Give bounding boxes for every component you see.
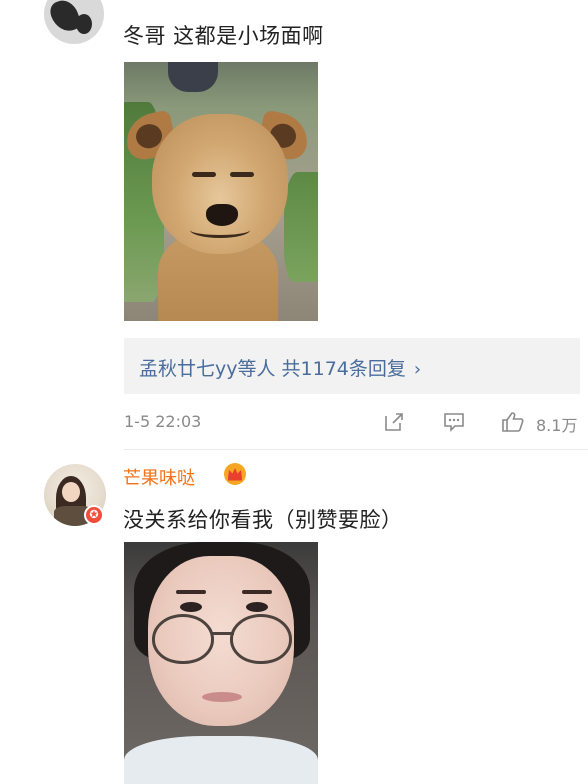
comment-divider <box>124 449 588 450</box>
comment-text: 冬哥 这都是小场面啊 <box>123 24 324 48</box>
dog-head <box>152 114 288 254</box>
crown-icon <box>224 463 246 485</box>
dog-eye <box>192 172 216 177</box>
verified-badge-icon: ✪ <box>84 505 104 525</box>
replies-link[interactable]: 孟秋廿七yy等人 共1174条回复 › <box>139 354 421 381</box>
avatar-face <box>62 482 80 502</box>
comment-text: 没关系给你看我（别赞要脸） <box>123 508 403 532</box>
selfie-eye <box>246 602 268 612</box>
selfie-eyebrow <box>176 590 206 594</box>
reply-names[interactable]: 孟秋廿七yy <box>139 358 238 380</box>
glasses-lens <box>152 614 214 664</box>
username[interactable]: 芒果味哒 <box>123 464 195 490</box>
glasses-lens <box>230 614 292 664</box>
chevron-right-icon: › <box>413 359 422 380</box>
comment-meta-row: 1-5 22:03 8.1万 <box>124 410 580 435</box>
photo-background-person <box>168 62 218 92</box>
comment-icon[interactable] <box>442 410 466 434</box>
like-count: 8.1万 <box>536 416 578 435</box>
selfie-eye <box>180 602 202 612</box>
glasses-bridge <box>212 632 234 635</box>
share-icon[interactable] <box>382 410 406 434</box>
replies-summary[interactable]: 孟秋廿七yy等人 共1174条回复 › <box>124 338 580 394</box>
selfie-shirt <box>124 736 318 784</box>
comment-image-dog[interactable] <box>124 62 318 321</box>
dog-eye <box>230 172 254 177</box>
photo-grass <box>284 172 318 282</box>
timestamp: 1-5 22:03 <box>124 412 202 431</box>
commenter-avatar[interactable] <box>44 0 104 44</box>
selfie-eyebrow <box>242 590 272 594</box>
dog-mouth <box>190 222 250 238</box>
selfie-lips <box>202 692 242 702</box>
reply-count-text: 等人 共1174条回复 <box>237 358 406 380</box>
comment-image-selfie[interactable] <box>124 542 318 784</box>
avatar-shape <box>76 14 92 34</box>
like-icon[interactable] <box>500 410 526 434</box>
